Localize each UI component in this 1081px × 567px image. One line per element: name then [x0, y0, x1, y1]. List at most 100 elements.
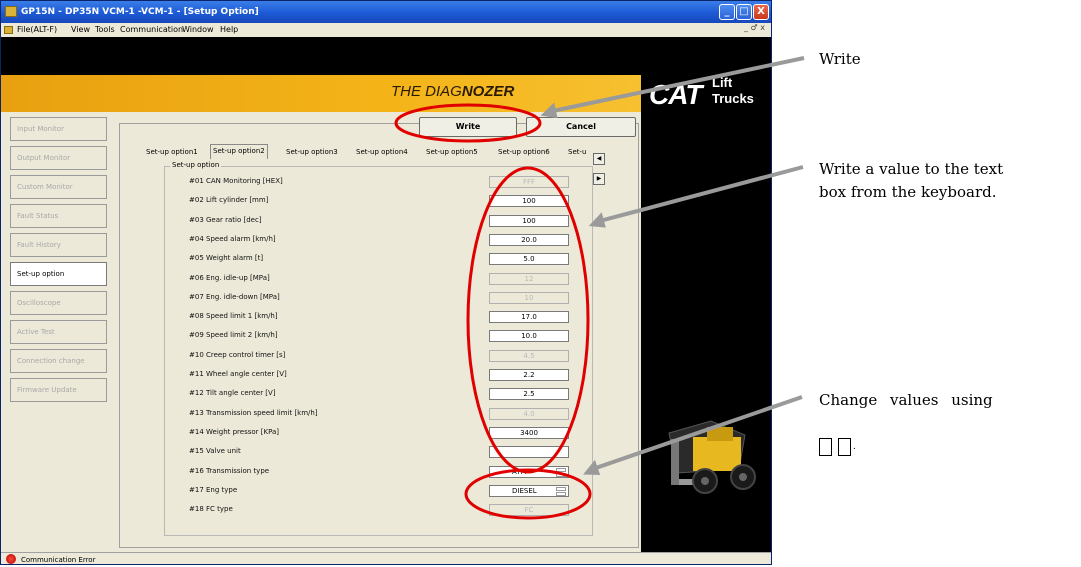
setup-row-label: #17 Eng type [189, 485, 238, 494]
menu-file[interactable]: File(ALT-F) [17, 23, 57, 37]
tab-setup-option-more[interactable]: Set-u [566, 146, 588, 158]
setup-row-label: #06 Eng. idle-up [MPa] [189, 273, 270, 282]
annotation-textbox-line2: box from the keyboard. [819, 183, 997, 201]
sidebar-item-setup-option[interactable]: Set-up option [10, 262, 107, 286]
minimize-button[interactable]: _ [719, 4, 735, 20]
setup-value-text: DIESEL [512, 486, 537, 495]
cancel-button[interactable]: Cancel [526, 117, 636, 137]
setup-combo-box[interactable]: DIESEL [489, 484, 569, 497]
sidebar-item-firmware-update[interactable]: Firmware Update [10, 378, 107, 402]
menu-help[interactable]: Help [220, 23, 238, 37]
setup-value-text: 2.5 [523, 390, 535, 399]
document-icon [4, 26, 13, 34]
setup-row-label: #13 Transmission speed limit [km/h] [189, 408, 318, 417]
setup-value-text: 4.5 [523, 351, 535, 360]
maximize-button[interactable]: □ [736, 4, 752, 20]
annotation-textbox-line1: Write a value to the text [819, 160, 1004, 178]
setup-value-text: 10 [524, 293, 534, 302]
setup-row-label: #09 Speed limit 2 [km/h] [189, 331, 278, 340]
setup-value-text: 3400 [520, 428, 538, 437]
sidebar-item-output-monitor[interactable]: Output Monitor [10, 146, 107, 170]
tab-setup-option1[interactable]: Set-up option1 [144, 146, 200, 158]
forklift-image [649, 391, 769, 511]
spin-down-button-icon [819, 438, 832, 456]
diagnozer-logo: THE DIAGNOZER [391, 83, 515, 100]
setup-row-label: #07 Eng. idle-down [MPa] [189, 292, 280, 301]
spin-up-button-icon [838, 438, 851, 456]
setup-value-field[interactable]: 3400 [489, 426, 569, 439]
setup-value-field[interactable]: 100 [489, 214, 569, 227]
setup-value-field[interactable]: 5.0 [489, 253, 569, 266]
sidebar-item-input-monitor[interactable]: Input Monitor [10, 117, 107, 141]
setup-row-label: #16 Transmission type [189, 466, 270, 475]
tab-scroll-left-icon[interactable]: ◀ [593, 153, 605, 165]
menu-tools[interactable]: Tools [95, 23, 115, 37]
setup-value-field: FC [489, 504, 569, 517]
setup-value-field[interactable]: 17.0 [489, 311, 569, 324]
setup-value-field: FFF [489, 176, 569, 188]
spinner-icon[interactable] [556, 486, 566, 496]
window-title: GP15N - DP35N VCM-1 -VCM-1 - [Setup Opti… [21, 7, 259, 17]
setup-value-field[interactable] [489, 446, 569, 459]
setup-row-label: #01 CAN Monitoring [HEX] [189, 177, 283, 185]
setup-value-field[interactable]: 2.2 [489, 369, 569, 381]
setup-row-label: #05 Weight alarm [t] [189, 254, 264, 263]
setup-value-field[interactable]: 10.0 [489, 330, 569, 343]
setup-value-text: FFF [522, 178, 536, 186]
tab-scroll-right-icon[interactable]: ▶ [593, 173, 605, 185]
menu-bar: File(ALT-F) View Tools Communication Win… [1, 23, 771, 37]
setup-option-group-label: Set-up option [170, 161, 222, 169]
sidebar-item-oscilloscope[interactable]: Oscilloscope [10, 291, 107, 315]
mdi-window-controls[interactable]: _ ♂ x [744, 23, 765, 32]
setup-value-text: 5.0 [523, 255, 535, 264]
setup-value-field: 4.0 [489, 407, 569, 420]
annotation-write: Write [819, 50, 861, 68]
setup-value-field[interactable]: 20.0 [489, 233, 569, 246]
sidebar-item-custom-monitor[interactable]: Custom Monitor [10, 175, 107, 199]
setup-row-label: #15 Valve unit [189, 447, 241, 456]
setup-value-text: 4.0 [523, 409, 535, 418]
setup-row-label: #10 Creep control timer [s] [189, 350, 286, 359]
setup-value-field[interactable]: 2.5 [489, 388, 569, 401]
header-band [1, 37, 771, 75]
write-button[interactable]: Write [419, 117, 517, 137]
setup-row-label: #02 Lift cylinder [mm] [189, 196, 269, 205]
status-text: Communication Error [21, 556, 96, 564]
setup-row-label: #18 FC type [189, 505, 233, 514]
setup-combo-box[interactable]: ATM [489, 465, 569, 478]
tab-setup-option4[interactable]: Set-up option4 [354, 146, 410, 158]
setup-row-label: #12 Tilt angle center [V] [189, 389, 276, 398]
tab-scroll-arrows: ◀▶ [593, 145, 615, 185]
setup-value-field: 10 [489, 291, 569, 304]
spinner-icon[interactable] [556, 467, 566, 477]
application-window: GP15N - DP35N VCM-1 -VCM-1 - [Setup Opti… [0, 0, 772, 565]
close-button[interactable]: X [753, 4, 769, 20]
sidebar-item-fault-history[interactable]: Fault History [10, 233, 107, 257]
menu-communication[interactable]: Communication [120, 23, 183, 37]
setup-value-text: 10.0 [521, 332, 537, 341]
setup-value-text: 12 [524, 274, 534, 283]
setup-value-text: 100 [522, 216, 536, 225]
menu-view[interactable]: View [71, 23, 90, 37]
setup-value-text: 17.0 [521, 313, 537, 322]
sidebar-item-active-test[interactable]: Active Test [10, 320, 107, 344]
annotation-change-line2: . [853, 442, 856, 452]
app-icon [5, 6, 17, 17]
menu-window[interactable]: Window [182, 23, 214, 37]
tab-setup-option3[interactable]: Set-up option3 [284, 146, 340, 158]
sidebar-item-connection-change[interactable]: Connection change [10, 349, 107, 373]
setup-row-label: #03 Gear ratio [dec] [189, 215, 262, 224]
annotation-change-line1: Change values using [819, 391, 993, 409]
tab-setup-option5[interactable]: Set-up option5 [424, 146, 480, 158]
setup-row-label: #11 Wheel angle center [V] [189, 370, 287, 378]
setup-value-field[interactable]: 100 [489, 195, 569, 208]
setup-value-field: 4.5 [489, 349, 569, 362]
cat-logo: CAT [649, 79, 702, 110]
tab-setup-option2[interactable]: Set-up option2 [210, 144, 268, 159]
setup-value-text: 2.2 [523, 371, 535, 379]
brand-banner [1, 75, 641, 112]
setup-value-field: 12 [489, 272, 569, 285]
sidebar-item-fault-status[interactable]: Fault Status [10, 204, 107, 228]
tab-setup-option6[interactable]: Set-up option6 [496, 146, 552, 158]
error-indicator-icon [6, 554, 16, 564]
